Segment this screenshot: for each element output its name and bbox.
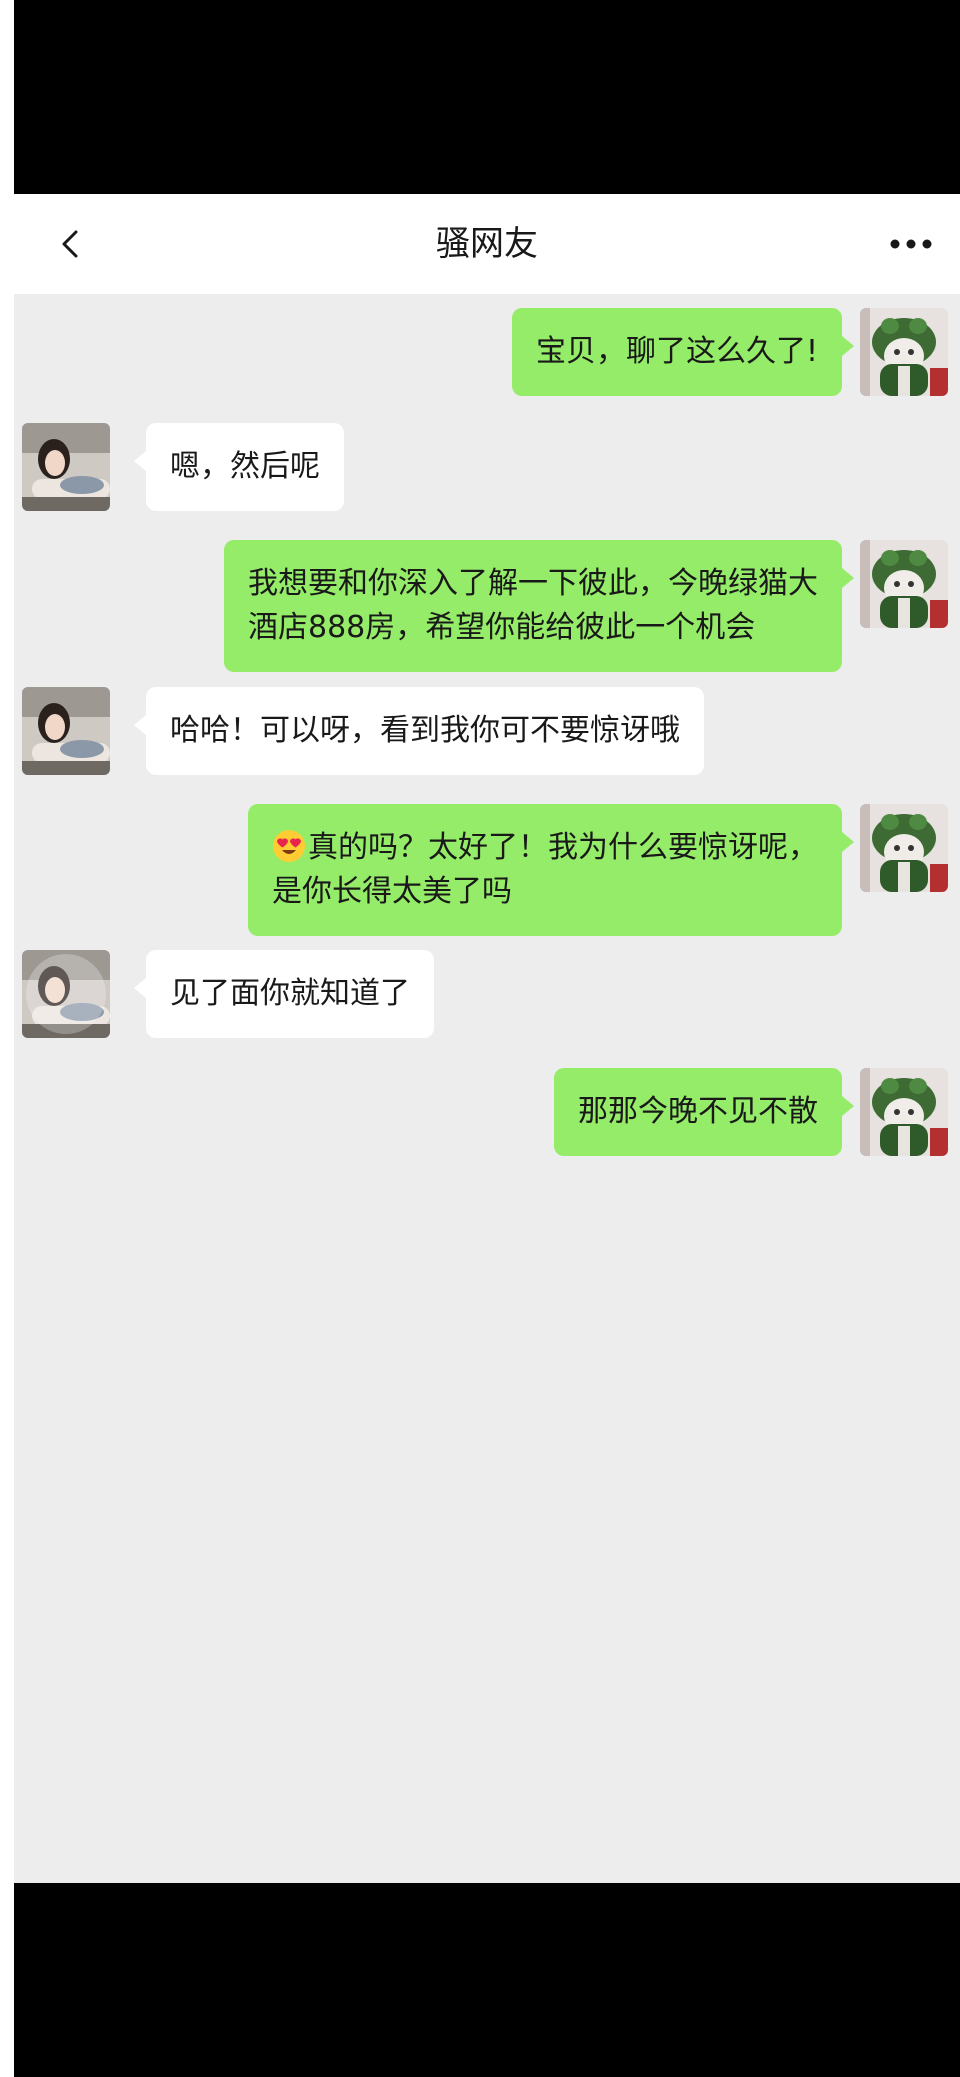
- cat-avatar-image: [860, 804, 948, 892]
- more-dots-icon: [890, 239, 932, 249]
- message-text: 是你长得太美了吗: [272, 874, 512, 909]
- woman-avatar-image: [22, 687, 110, 775]
- chat-title: 骚网友: [436, 224, 538, 264]
- message-text: 嗯，然后呢: [170, 449, 320, 484]
- message-text: 酒店888房，希望你能给彼此一个机会: [248, 610, 756, 645]
- message-bubble-incoming[interactable]: 见了面你就知道了: [134, 950, 434, 1038]
- message-bubble-incoming[interactable]: 哈哈！可以呀，看到我你可不要惊讶哦: [134, 687, 704, 775]
- message-text: 见了面你就知道了: [170, 976, 410, 1011]
- avatar[interactable]: [860, 1068, 948, 1156]
- more-button[interactable]: [884, 222, 938, 266]
- avatar[interactable]: [22, 687, 110, 775]
- chat-header: 骚网友: [14, 194, 960, 294]
- message-bubble-outgoing[interactable]: 真的吗？太好了！我为什么要惊讶呢， 是你长得太美了吗: [248, 804, 854, 936]
- avatar[interactable]: [22, 423, 110, 511]
- message-bubble-outgoing[interactable]: 我想要和你深入了解一下彼此，今晚绿猫大 酒店888房，希望你能给彼此一个机会: [224, 540, 854, 672]
- avatar[interactable]: [22, 950, 110, 1038]
- cat-avatar-image: [860, 308, 948, 396]
- bottom-black-bar: [14, 1883, 960, 2077]
- message-bubble-incoming[interactable]: 嗯，然后呢: [134, 423, 344, 511]
- message-text: 我想要和你深入了解一下彼此，今晚绿猫大: [248, 566, 818, 601]
- message-list[interactable]: 宝贝，聊了这么久了! 嗯，然后呢 我想要和你深入了解一下彼此，今晚绿猫大 酒店8…: [14, 294, 960, 1883]
- top-black-bar: [14, 0, 960, 194]
- cat-avatar-image: [860, 1068, 948, 1156]
- cat-avatar-image: [860, 540, 948, 628]
- woman-avatar-image: [22, 950, 110, 1038]
- message-bubble-outgoing[interactable]: 宝贝，聊了这么久了!: [511, 308, 855, 396]
- message-text: 哈哈！可以呀，看到我你可不要惊讶哦: [170, 713, 680, 748]
- message-bubble-outgoing[interactable]: 那那今晚不见不散: [554, 1068, 854, 1156]
- avatar[interactable]: [860, 540, 948, 628]
- heart-eyes-emoji: [273, 830, 305, 862]
- message-text: 宝贝，聊了这么久了!: [535, 334, 818, 369]
- message-text: 真的吗？太好了！我为什么要惊讶呢，: [308, 830, 818, 865]
- avatar[interactable]: [860, 804, 948, 892]
- message-first-line: 真的吗？太好了！我为什么要惊讶呢，: [272, 826, 818, 870]
- woman-avatar-image: [22, 423, 110, 511]
- avatar[interactable]: [860, 308, 948, 396]
- message-text: 那那今晚不见不散: [578, 1094, 818, 1129]
- phone-screen: 骚网友 宝贝，聊了这么久了! 嗯，然后呢 我想要和你深入了解一下彼此，今晚绿猫大…: [14, 0, 960, 2077]
